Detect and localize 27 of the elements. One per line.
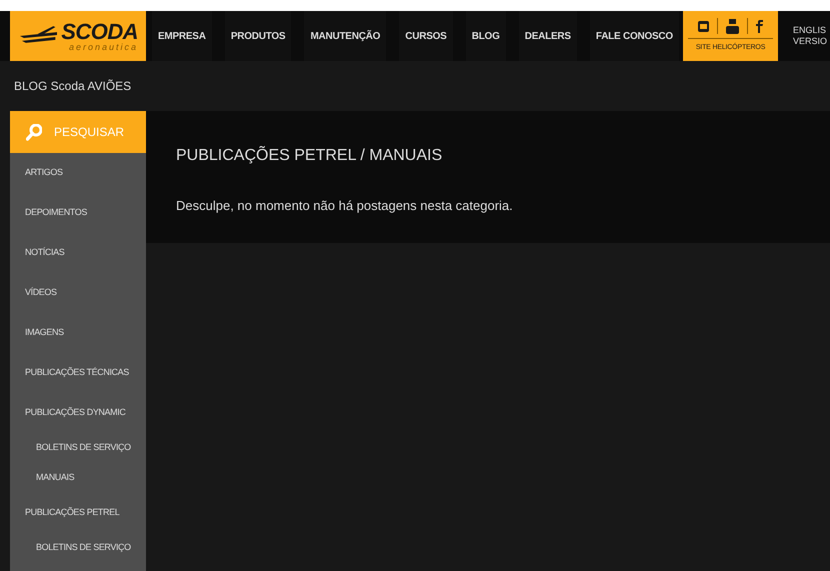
logo[interactable]: SCODA aeronautica bbox=[10, 11, 146, 61]
logo-tagline: aeronautica bbox=[68, 42, 138, 52]
blog-heading: BLOG Scoda AVIÕES bbox=[14, 78, 132, 95]
nav-link[interactable]: PRODUTOS bbox=[224, 11, 292, 61]
sidebar-item[interactable]: PUBLICAÇÕES TÉCNICAS bbox=[10, 353, 146, 393]
nav-link[interactable]: BLOG bbox=[466, 11, 506, 61]
sidebar-item[interactable]: ARTIGOS bbox=[10, 153, 146, 193]
sidebar-subitem[interactable]: MANUAIS bbox=[10, 463, 146, 493]
sidebar-item[interactable]: PUBLICAÇÕES DYNAMIC bbox=[10, 393, 146, 433]
nav-link[interactable]: FALE CONOSCO bbox=[590, 11, 679, 61]
sidebar-item[interactable]: PUBLICAÇÕES PETREL bbox=[10, 493, 146, 533]
sidebar-subitem[interactable]: BOLETINS DE SERVIÇO bbox=[10, 433, 146, 463]
nav-link[interactable]: EMPRESA bbox=[152, 11, 212, 61]
search-icon bbox=[26, 124, 42, 140]
language-link[interactable]: ENGLIS VERSIO bbox=[793, 11, 828, 61]
sidebar-subitem[interactable]: BOLETINS DE SERVIÇO bbox=[10, 533, 146, 563]
nav-link[interactable]: MANUTENÇÃO bbox=[304, 11, 386, 61]
facebook-icon[interactable] bbox=[756, 20, 763, 33]
logo-wordmark: SCODA bbox=[61, 20, 138, 42]
nav-link[interactable]: CURSOS bbox=[399, 11, 453, 61]
nav-link[interactable]: DEALERS bbox=[518, 11, 577, 61]
empty-message: Desculpe, no momento não há postagens nesta categoria. bbox=[176, 197, 514, 215]
sidebar-item[interactable]: DEPOIMENTOS bbox=[10, 193, 146, 233]
page-title: PUBLICAÇÕES PETREL / MANUAIS bbox=[176, 145, 444, 166]
sidebar-item[interactable]: NOTÍCIAS bbox=[10, 233, 146, 273]
sidebar-item[interactable]: IMAGENS bbox=[10, 313, 146, 353]
sidebar-item[interactable]: VÍDEOS bbox=[10, 273, 146, 313]
